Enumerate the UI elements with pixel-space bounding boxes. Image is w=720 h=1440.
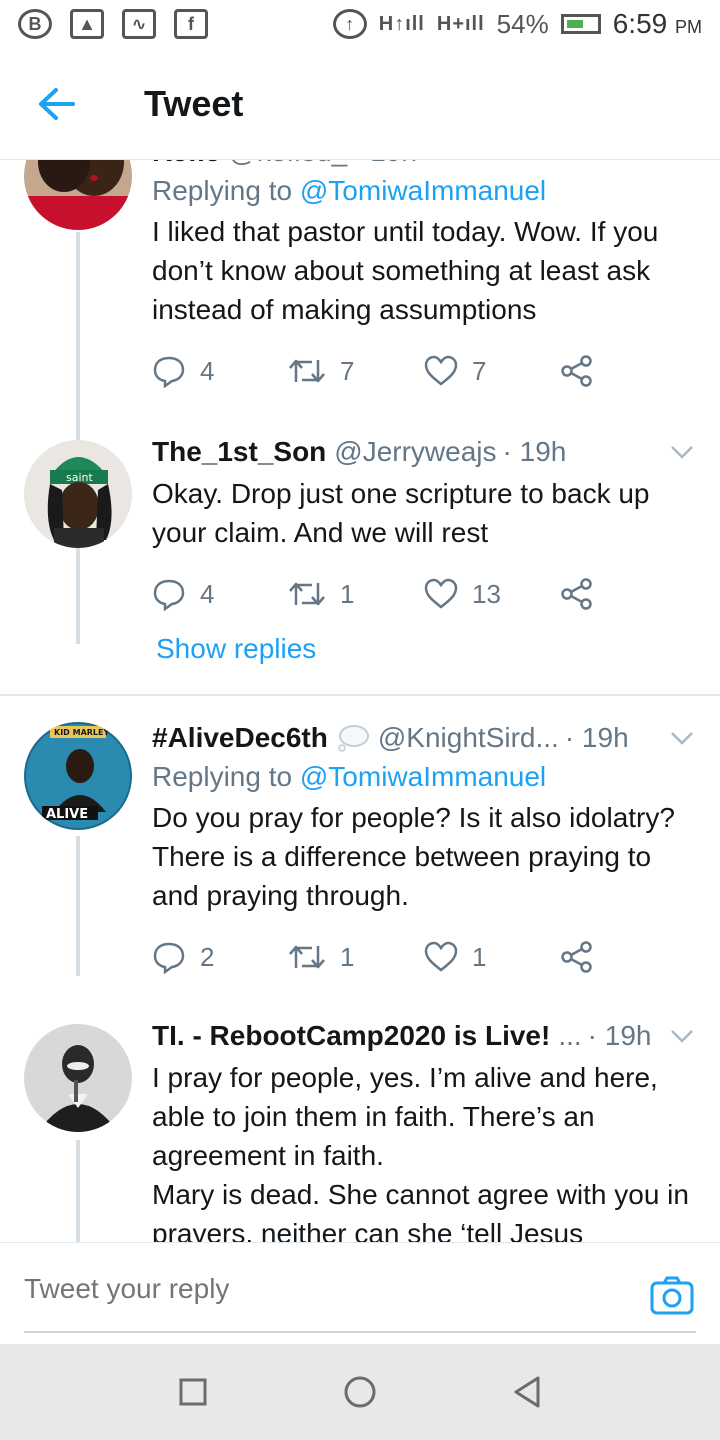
like-button[interactable]: 7 — [424, 355, 560, 387]
replying-to: Replying to @TomiwaImmanuel — [152, 761, 547, 792]
reply-feed[interactable]: Kefie @kefied_ · 19h Replying to @Tomiwa… — [0, 160, 720, 1242]
share-button[interactable] — [560, 354, 696, 388]
avatar[interactable]: KID MARLEY ALIVE — [24, 722, 132, 830]
like-button[interactable]: 1 — [424, 941, 560, 973]
input-underline — [24, 1331, 696, 1333]
avatar[interactable] — [24, 160, 132, 230]
avatar[interactable]: saint — [24, 440, 132, 548]
reply-button[interactable]: 4 — [152, 577, 288, 611]
replying-to: Replying to @TomiwaImmanuel — [152, 175, 547, 206]
reply-composer — [0, 1242, 720, 1344]
heart-icon — [424, 941, 458, 972]
share-icon — [561, 941, 592, 973]
thread-line — [76, 1140, 80, 1242]
author-handle: @KnightSird... — [377, 722, 559, 753]
app-header: Tweet — [0, 48, 720, 160]
circle-icon — [344, 1376, 376, 1408]
author-handle: @kefied_ — [228, 160, 347, 168]
triangle-back-icon — [514, 1376, 540, 1408]
divider — [0, 694, 720, 696]
retweet-button[interactable]: 1 — [288, 942, 424, 973]
thread-line — [76, 556, 80, 644]
author-handle: @Jerryweajs — [334, 436, 497, 467]
like-button[interactable]: 13 — [424, 578, 560, 610]
share-button[interactable] — [560, 577, 696, 611]
tweet-text: Do you pray for people? Is it also idola… — [152, 802, 675, 911]
share-icon — [561, 578, 592, 610]
retweet-button[interactable]: 7 — [288, 356, 424, 387]
show-replies-link[interactable]: Show replies — [156, 633, 316, 665]
tweet-actions: 2 1 1 — [152, 937, 696, 977]
battery-percent: 54% — [496, 8, 549, 39]
camera-icon[interactable] — [650, 1275, 694, 1315]
heart-icon — [424, 355, 458, 386]
retweet-icon — [289, 945, 325, 969]
like-count: 1 — [472, 941, 487, 972]
author-name[interactable]: The_1st_Son — [152, 436, 326, 468]
chevron-down-icon[interactable] — [668, 438, 696, 466]
home-button[interactable] — [330, 1362, 390, 1422]
back-button[interactable] — [0, 48, 112, 160]
reply-input[interactable] — [24, 1273, 624, 1305]
status-bar: B ▲ ∿ f ↑ H↑ıll H+ıll 54% 6:59 PM — [0, 0, 720, 48]
chevron-down-icon[interactable] — [668, 724, 696, 752]
retweet-count: 1 — [340, 578, 355, 609]
retweet-count: 1 — [340, 941, 355, 972]
signal-2: H+ıll — [436, 12, 485, 35]
facebook-icon: f — [174, 9, 208, 39]
author-handle: ... — [558, 1020, 582, 1051]
retweet-icon — [289, 582, 325, 606]
author-name[interactable]: TI. - RebootCamp2020 is Live! — [152, 1020, 550, 1052]
avatar-top-text: KID MARLEY — [54, 728, 109, 737]
heart-icon — [424, 578, 458, 609]
mention-link[interactable]: @TomiwaImmanuel — [300, 175, 546, 206]
thought-bubble-icon — [338, 725, 369, 752]
tweet-text: I liked that pastor until today. Wow. If… — [152, 216, 659, 325]
page-title: Tweet — [144, 82, 244, 124]
clock: 6:59 PM — [612, 8, 702, 39]
reply-icon — [153, 579, 185, 611]
tweet-time: · 19h — [564, 722, 629, 753]
share-button[interactable] — [560, 940, 696, 974]
back-nav-button[interactable] — [497, 1362, 557, 1422]
author-name[interactable]: Kefie — [152, 160, 220, 168]
reply-button[interactable]: 2 — [152, 940, 288, 974]
tweet-text: Okay. Drop just one scripture to back up… — [152, 478, 650, 548]
square-icon — [179, 1378, 207, 1406]
battery-icon — [560, 14, 601, 34]
tweet-actions: 4 1 13 — [152, 574, 696, 614]
avatar-bottom-text: ALIVE — [46, 807, 88, 822]
reply-count: 4 — [200, 355, 215, 386]
chevron-down-icon[interactable] — [668, 1022, 696, 1050]
like-count: 7 — [472, 355, 487, 386]
reply-count: 4 — [200, 578, 215, 609]
b-app-icon: B — [18, 9, 52, 39]
arrow-left-icon — [39, 87, 75, 120]
retweet-count: 7 — [340, 355, 355, 386]
author-name[interactable]: #AliveDec6th — [152, 722, 328, 754]
system-nav-bar — [0, 1344, 720, 1440]
tweet-time: · 19h — [353, 160, 417, 168]
data-saver-icon: ↑ — [332, 9, 367, 39]
reply-count: 2 — [200, 941, 215, 972]
retweet-icon — [289, 359, 325, 383]
tweet-time: · 19h — [502, 436, 567, 467]
reply-button[interactable]: 4 — [152, 354, 288, 388]
avatar[interactable] — [24, 1024, 132, 1132]
tweet-text: I pray for people, yes. I’m alive and he… — [152, 1062, 689, 1242]
like-count: 13 — [472, 578, 501, 609]
recents-button[interactable] — [163, 1362, 223, 1422]
thread-line — [76, 836, 80, 976]
mention-link[interactable]: @TomiwaImmanuel — [300, 761, 546, 792]
share-icon — [561, 355, 592, 387]
signal-1: H↑ıll — [378, 12, 425, 35]
reply-icon — [153, 942, 185, 974]
reply-icon — [153, 356, 185, 388]
tweet-time: · 19h — [587, 1020, 652, 1051]
activity-icon: ∿ — [122, 9, 156, 39]
retweet-button[interactable]: 1 — [288, 579, 424, 610]
tweet-actions: 4 7 7 — [152, 351, 696, 391]
gallery-icon: ▲ — [70, 9, 104, 39]
